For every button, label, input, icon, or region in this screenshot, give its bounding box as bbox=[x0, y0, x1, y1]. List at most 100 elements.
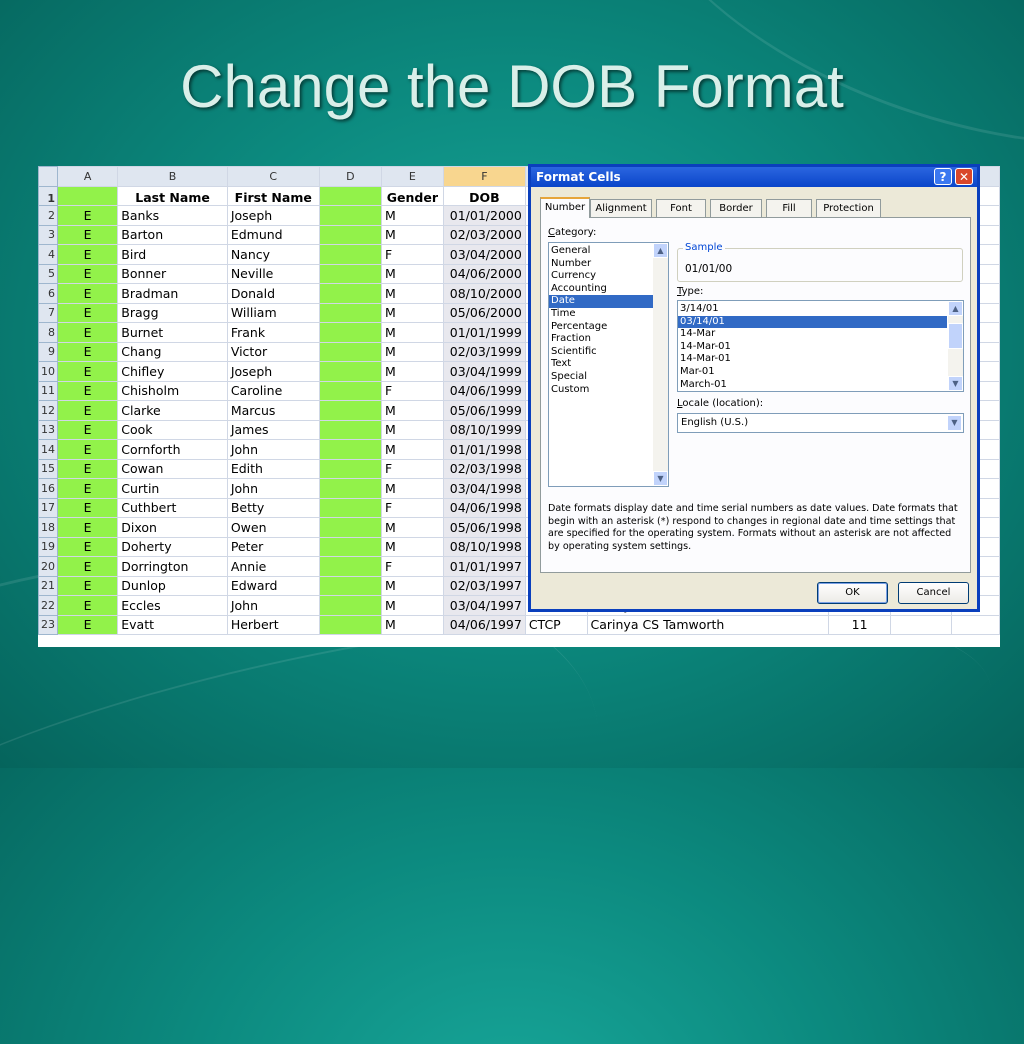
category-list-item[interactable]: Scientific bbox=[549, 346, 668, 359]
cell-last-name[interactable]: Cowan bbox=[117, 458, 228, 479]
cell-gender[interactable]: F bbox=[380, 497, 444, 518]
cell[interactable] bbox=[318, 595, 382, 616]
scroll-up-icon[interactable]: ▲ bbox=[653, 243, 668, 258]
cell-first-name[interactable]: Donald bbox=[226, 283, 320, 304]
cell-last-name[interactable]: Curtin bbox=[117, 478, 228, 499]
type-list-item[interactable]: 03/14/01 bbox=[678, 315, 947, 329]
category-list-item[interactable]: Time bbox=[549, 308, 668, 321]
row-number[interactable]: 21 bbox=[38, 575, 58, 596]
cell-dob[interactable]: 08/10/1999 bbox=[442, 419, 526, 440]
row-number[interactable]: 10 bbox=[38, 361, 58, 382]
row-number[interactable]: 6 bbox=[38, 283, 58, 304]
type-listbox[interactable]: 3/14/01 03/14/01 14-Mar 14-Mar-01 14-Mar-01 M… bbox=[677, 300, 964, 392]
cell-code[interactable]: E bbox=[56, 380, 119, 401]
scroll-down-icon[interactable]: ▼ bbox=[653, 471, 668, 486]
cell-code[interactable]: E bbox=[56, 341, 119, 362]
cell-last-name[interactable]: Clarke bbox=[117, 400, 228, 421]
cell-code[interactable]: E bbox=[56, 419, 119, 440]
category-list-item[interactable]: Fraction bbox=[549, 333, 668, 346]
row-number[interactable]: 2 bbox=[38, 205, 58, 226]
cell-last-name[interactable]: Chang bbox=[117, 341, 228, 362]
cell-code[interactable]: E bbox=[56, 361, 119, 382]
scroll-down-icon[interactable]: ▼ bbox=[948, 376, 963, 391]
row-number[interactable]: 8 bbox=[38, 322, 58, 343]
cell-first-name[interactable]: John bbox=[226, 478, 320, 499]
cell[interactable] bbox=[318, 419, 382, 440]
cell-dob[interactable]: 02/03/1997 bbox=[442, 575, 526, 596]
cell-code[interactable]: E bbox=[56, 536, 119, 557]
cell-gender[interactable]: M bbox=[380, 439, 444, 460]
cell-dob[interactable]: 03/04/1998 bbox=[442, 478, 526, 499]
category-list-item[interactable]: Custom bbox=[549, 384, 668, 397]
cell-first-name[interactable]: James bbox=[226, 419, 320, 440]
cell-first-name[interactable]: Edmund bbox=[226, 224, 320, 245]
cell-dob[interactable]: 08/10/1998 bbox=[442, 536, 526, 557]
cell[interactable] bbox=[318, 400, 382, 421]
row-number[interactable]: 17 bbox=[38, 497, 58, 518]
cell[interactable] bbox=[318, 361, 382, 382]
row-number[interactable]: 12 bbox=[38, 400, 58, 421]
cell[interactable] bbox=[318, 536, 382, 557]
cell[interactable]: Carinya CS Tamworth bbox=[586, 614, 829, 635]
row-number[interactable]: 4 bbox=[38, 244, 58, 265]
cell-code[interactable]: E bbox=[56, 478, 119, 499]
cell-dob[interactable]: 04/06/1999 bbox=[442, 380, 526, 401]
scroll-thumb[interactable] bbox=[948, 323, 963, 349]
cell-last-name[interactable]: Dixon bbox=[117, 517, 228, 538]
cell-dob[interactable]: 08/10/2000 bbox=[442, 283, 526, 304]
chevron-down-icon[interactable]: ▼ bbox=[947, 415, 962, 431]
header-first-name[interactable]: First Name bbox=[226, 185, 320, 206]
cell[interactable] bbox=[318, 244, 382, 265]
header-dob[interactable]: DOB bbox=[442, 185, 526, 206]
close-icon[interactable]: ✕ bbox=[955, 168, 973, 185]
category-list-item[interactable]: General bbox=[549, 245, 668, 258]
type-list-item[interactable]: Mar-01 bbox=[678, 366, 947, 379]
row-number[interactable]: 22 bbox=[38, 595, 58, 616]
cell-last-name[interactable]: Cook bbox=[117, 419, 228, 440]
cell[interactable] bbox=[318, 263, 382, 284]
cell[interactable] bbox=[318, 614, 382, 635]
cell[interactable] bbox=[318, 341, 382, 362]
cell-code[interactable]: E bbox=[56, 283, 119, 304]
row-number[interactable]: 23 bbox=[38, 614, 58, 635]
cell-gender[interactable]: M bbox=[380, 419, 444, 440]
row-number[interactable]: 18 bbox=[38, 517, 58, 538]
row-number[interactable]: 9 bbox=[38, 341, 58, 362]
row-number[interactable]: 16 bbox=[38, 478, 58, 499]
cell-first-name[interactable]: John bbox=[226, 439, 320, 460]
cell-dob[interactable]: 01/01/1998 bbox=[442, 439, 526, 460]
column-header-c[interactable]: C bbox=[226, 166, 320, 187]
cell-code[interactable]: E bbox=[56, 497, 119, 518]
cell-gender[interactable]: M bbox=[380, 595, 444, 616]
cell[interactable] bbox=[318, 575, 382, 596]
cell-first-name[interactable]: Herbert bbox=[226, 614, 320, 635]
cell-last-name[interactable]: Bragg bbox=[117, 302, 228, 323]
cell-first-name[interactable]: Owen bbox=[226, 517, 320, 538]
row-number[interactable]: 5 bbox=[38, 263, 58, 284]
cell-code[interactable]: E bbox=[56, 556, 119, 577]
cell-code[interactable]: E bbox=[56, 224, 119, 245]
type-list-item[interactable]: March-01 bbox=[678, 379, 947, 391]
cell-last-name[interactable]: Dorrington bbox=[117, 556, 228, 577]
type-scrollbar[interactable]: ▲ ▼ bbox=[948, 301, 963, 391]
cell-last-name[interactable]: Cornforth bbox=[117, 439, 228, 460]
cell[interactable] bbox=[318, 517, 382, 538]
cell-last-name[interactable]: Eccles bbox=[117, 595, 228, 616]
cell[interactable] bbox=[318, 205, 382, 226]
cell-gender[interactable]: M bbox=[380, 224, 444, 245]
column-header-e[interactable]: E bbox=[380, 166, 444, 187]
cell-gender[interactable]: M bbox=[380, 614, 444, 635]
cell-gender[interactable]: M bbox=[380, 302, 444, 323]
cell-first-name[interactable]: Betty bbox=[226, 497, 320, 518]
cell-gender[interactable]: M bbox=[380, 263, 444, 284]
cell[interactable] bbox=[318, 458, 382, 479]
cell-first-name[interactable]: William bbox=[226, 302, 320, 323]
cell-gender[interactable]: M bbox=[380, 322, 444, 343]
cell[interactable] bbox=[318, 322, 382, 343]
row-number[interactable]: 13 bbox=[38, 419, 58, 440]
category-list-item[interactable]: Text bbox=[549, 358, 668, 371]
cell-gender[interactable]: M bbox=[380, 283, 444, 304]
cell[interactable] bbox=[318, 556, 382, 577]
cell-gender[interactable]: M bbox=[380, 536, 444, 557]
cell-code[interactable]: E bbox=[56, 244, 119, 265]
